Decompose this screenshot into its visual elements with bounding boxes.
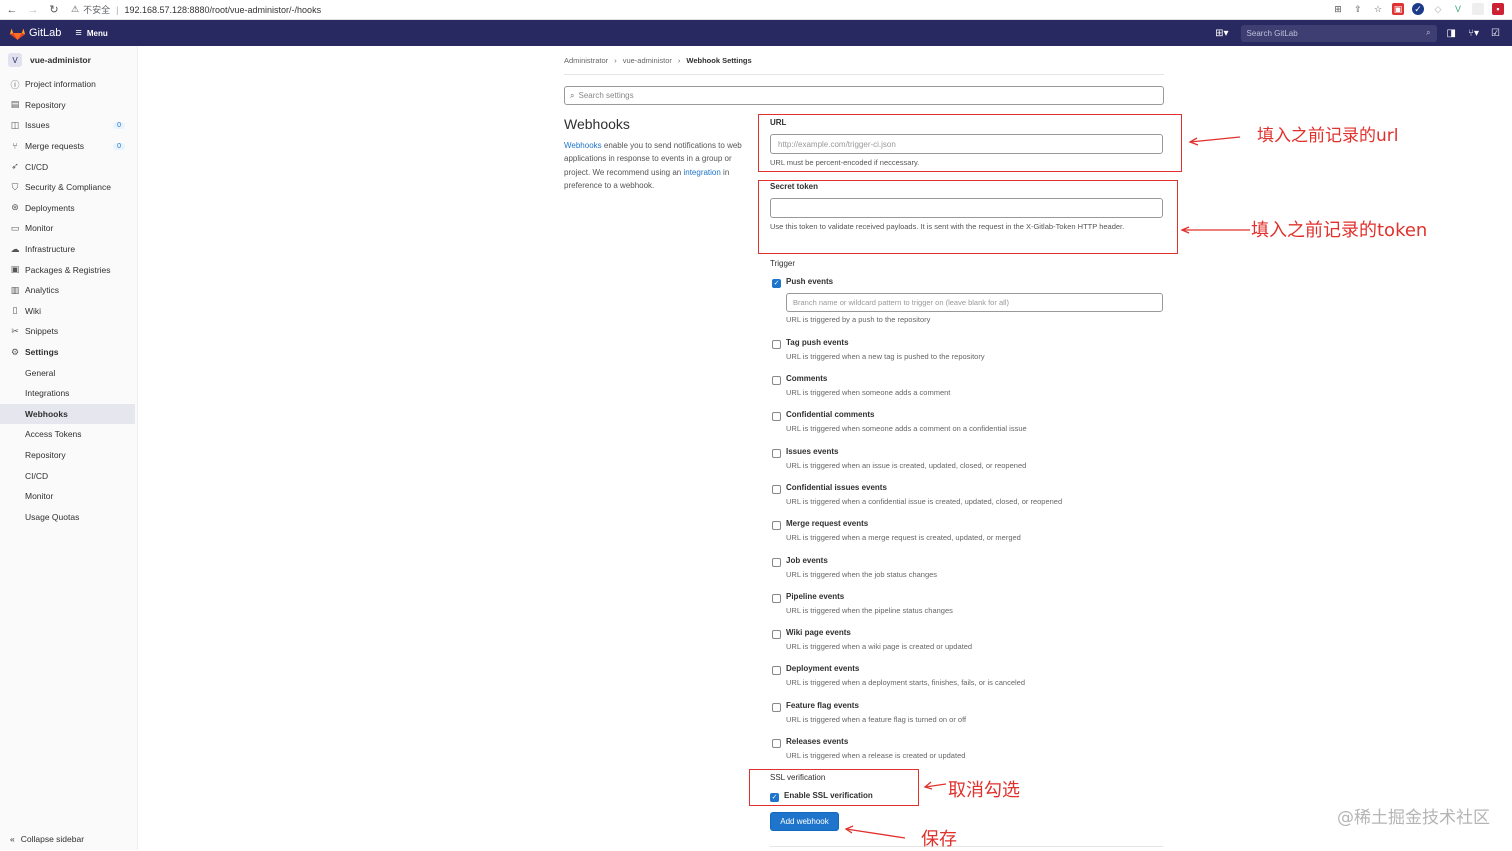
ssl-annotation: 取消勾选 [948,776,1020,802]
url-arrow [1190,137,1240,142]
watermark: @稀土掘金技术社区 [1337,803,1490,828]
url-annotation: 填入之前记录的url [1257,121,1399,146]
save-annotation: 保存 [921,825,957,851]
token-annotation: 填入之前记录的token [1251,216,1427,242]
save-arrow [846,829,905,838]
